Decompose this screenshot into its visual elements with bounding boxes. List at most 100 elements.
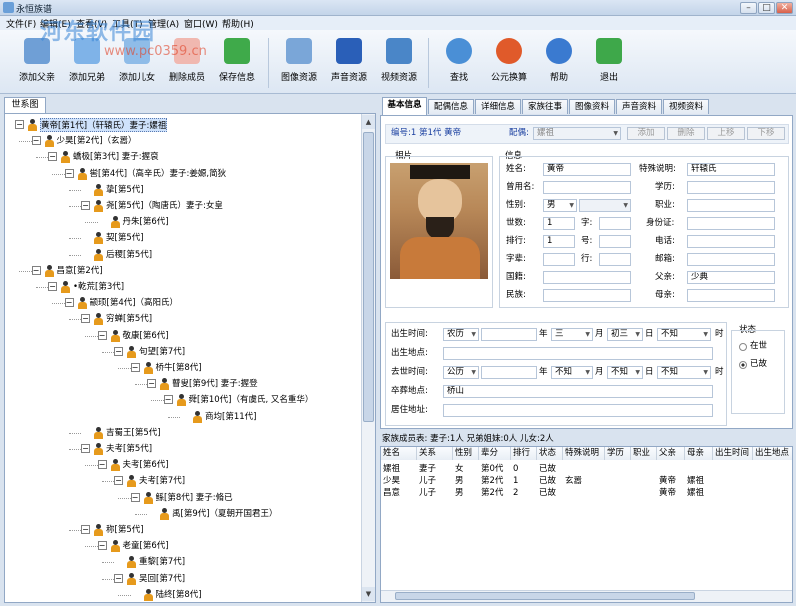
maximize-button[interactable]: □ <box>758 2 775 14</box>
birth-year-field[interactable] <box>481 328 537 341</box>
table-row[interactable]: 少昊 儿子 男 第2代 1 已故 玄嚣 黄帝 嫘祖 <box>381 475 792 487</box>
tree-expand-toggle[interactable]: − <box>130 492 140 502</box>
table-header-cell[interactable]: 出生时间 <box>713 447 753 460</box>
tree-node[interactable]: 穷蝉[第5代] <box>106 312 152 326</box>
burial-place-field[interactable]: 桥山 <box>443 385 713 398</box>
table-header-cell[interactable]: 学历 <box>605 447 631 460</box>
tree-node[interactable]: 句望[第7代] <box>139 345 185 359</box>
mother-field[interactable] <box>687 289 775 302</box>
tab-family-history[interactable]: 家族往事 <box>522 99 568 114</box>
table-header-cell[interactable]: 排行 <box>511 447 537 460</box>
music-resource-button[interactable]: 声音资源 <box>324 36 374 90</box>
tab-basic-info[interactable]: 基本信息 <box>382 97 427 115</box>
death-hour-select[interactable]: 不知 <box>657 366 711 379</box>
tree-node[interactable]: 挚[第5代] <box>106 183 144 197</box>
residence-field[interactable] <box>443 404 713 417</box>
tree-expand-toggle[interactable]: − <box>163 395 173 405</box>
tree-expand-toggle[interactable] <box>180 412 189 421</box>
exit-button[interactable]: 退出 <box>584 36 634 90</box>
tab-video-data[interactable]: 视频资料 <box>663 99 709 114</box>
tree-expand-toggle[interactable]: − <box>81 444 90 453</box>
minimize-button[interactable]: – <box>740 2 757 14</box>
birth-month-select[interactable]: 三 <box>551 328 593 341</box>
birth-day-select[interactable]: 初三 <box>607 328 643 341</box>
tree-expand-toggle[interactable] <box>81 233 90 242</box>
former-name-field[interactable] <box>543 181 631 194</box>
gender-extra-select[interactable] <box>579 199 631 212</box>
image-resource-button[interactable]: 图像资源 <box>274 36 324 90</box>
table-row[interactable]: 嫘祖 妻子 女 第0代 0 已故 <box>381 463 792 475</box>
tree-expand-toggle[interactable]: − <box>81 525 90 534</box>
tree-node[interactable]: 老童[第6代] <box>123 539 169 553</box>
country-field[interactable] <box>543 271 631 284</box>
save-button[interactable]: 保存信息 <box>212 36 262 90</box>
tree-expand-toggle[interactable]: − <box>64 168 74 178</box>
email-field[interactable] <box>687 253 775 266</box>
menu-window[interactable]: 窗口(W) <box>184 17 218 30</box>
tree-node[interactable]: 称[第5代] <box>106 523 144 537</box>
courtesy-name-field[interactable] <box>599 217 631 230</box>
close-button[interactable]: ✕ <box>776 2 793 14</box>
tree-node[interactable]: 敬康[第6代] <box>123 329 169 343</box>
tree-node[interactable]: 喾[第4代]（高辛氏）妻子:姜嫄,简狄 <box>90 167 227 181</box>
tab-spouse-info[interactable]: 配偶信息 <box>428 99 474 114</box>
phone-field[interactable] <box>687 235 775 248</box>
table-header-cell[interactable]: 父亲 <box>657 447 685 460</box>
tree-node[interactable]: •乾荒[第3代] <box>73 280 124 294</box>
tree-expand-toggle[interactable] <box>81 250 90 259</box>
tree-expand-toggle[interactable] <box>98 217 107 226</box>
alive-radio[interactable] <box>739 343 747 351</box>
tree-expand-toggle[interactable]: − <box>114 573 123 583</box>
tree-expand-toggle[interactable]: − <box>48 152 57 162</box>
tree-expand-toggle[interactable] <box>114 557 123 566</box>
tree-node[interactable]: 昌意[第2代] <box>57 264 103 278</box>
death-calendar-select[interactable]: 公历 <box>443 366 479 379</box>
tree-node[interactable]: 尧[第5代]（陶唐氏）妻子:女皇 <box>106 199 223 213</box>
tree-expand-toggle[interactable] <box>147 509 156 518</box>
video-resource-button[interactable]: 视频资源 <box>374 36 424 90</box>
tree-expand-toggle[interactable]: − <box>81 201 90 210</box>
tree-node[interactable]: 舜[第10代]（有虞氏, 又名重华） <box>189 393 314 407</box>
tree-expand-toggle[interactable] <box>131 590 140 599</box>
add-spouse-button[interactable]: 添加 <box>627 127 665 140</box>
menu-help[interactable]: 帮助(H) <box>222 17 254 30</box>
tree-expand-toggle[interactable]: − <box>48 282 57 291</box>
convert-button[interactable]: 公元换算 <box>484 36 534 90</box>
death-month-select[interactable]: 不知 <box>551 366 593 379</box>
tree-expand-toggle[interactable]: − <box>31 265 41 275</box>
tree-node[interactable]: 黄帝[第1代]（轩辕氏）妻子:嫘祖 <box>40 118 168 132</box>
tab-audio-data[interactable]: 声音资料 <box>616 99 662 114</box>
hang-field[interactable] <box>599 253 631 266</box>
education-field[interactable] <box>687 181 775 194</box>
table-header-cell[interactable]: 关系 <box>417 447 453 460</box>
occupation-field[interactable] <box>687 199 775 212</box>
tree-node[interactable]: 吉蜀王[第5代] <box>106 426 161 440</box>
birth-calendar-select[interactable]: 农历 <box>443 328 479 341</box>
scroll-down-arrow[interactable]: ▼ <box>362 587 375 601</box>
portrait-image[interactable] <box>390 163 488 279</box>
tree-expand-toggle[interactable]: − <box>114 346 123 356</box>
deceased-radio[interactable] <box>739 361 747 369</box>
tab-detail-info[interactable]: 详细信息 <box>475 99 521 114</box>
art-name-field[interactable] <box>599 235 631 248</box>
tree-node[interactable]: 重黎[第7代] <box>139 555 185 569</box>
tree-node[interactable]: 后稷[第5代] <box>106 248 152 262</box>
tree-node[interactable]: 夫考[第5代] <box>106 442 152 456</box>
tree-node[interactable]: 瞽叟[第9代] 妻子:握登 <box>172 377 258 391</box>
tree-expand-toggle[interactable] <box>81 185 90 194</box>
tree-expand-toggle[interactable]: − <box>64 298 74 308</box>
search-button[interactable]: 查找 <box>434 36 484 90</box>
scroll-thumb[interactable] <box>363 132 374 422</box>
gender-select[interactable]: 男 <box>543 199 577 212</box>
tree-node[interactable]: 吴回[第7代] <box>139 572 185 586</box>
tree-node[interactable]: 夫考[第7代] <box>139 474 185 488</box>
tree-expand-toggle[interactable]: − <box>81 314 90 324</box>
menu-file[interactable]: 文件(F) <box>6 17 36 30</box>
table-header-cell[interactable]: 姓名 <box>381 447 417 460</box>
table-h-scroll-thumb[interactable] <box>395 592 695 600</box>
tree-expand-toggle[interactable] <box>81 428 90 437</box>
death-day-select[interactable]: 不知 <box>607 366 643 379</box>
tab-image-data[interactable]: 图像资料 <box>569 99 615 114</box>
table-header-cell[interactable]: 状态 <box>537 447 563 460</box>
tree-expand-toggle[interactable]: − <box>97 330 107 340</box>
